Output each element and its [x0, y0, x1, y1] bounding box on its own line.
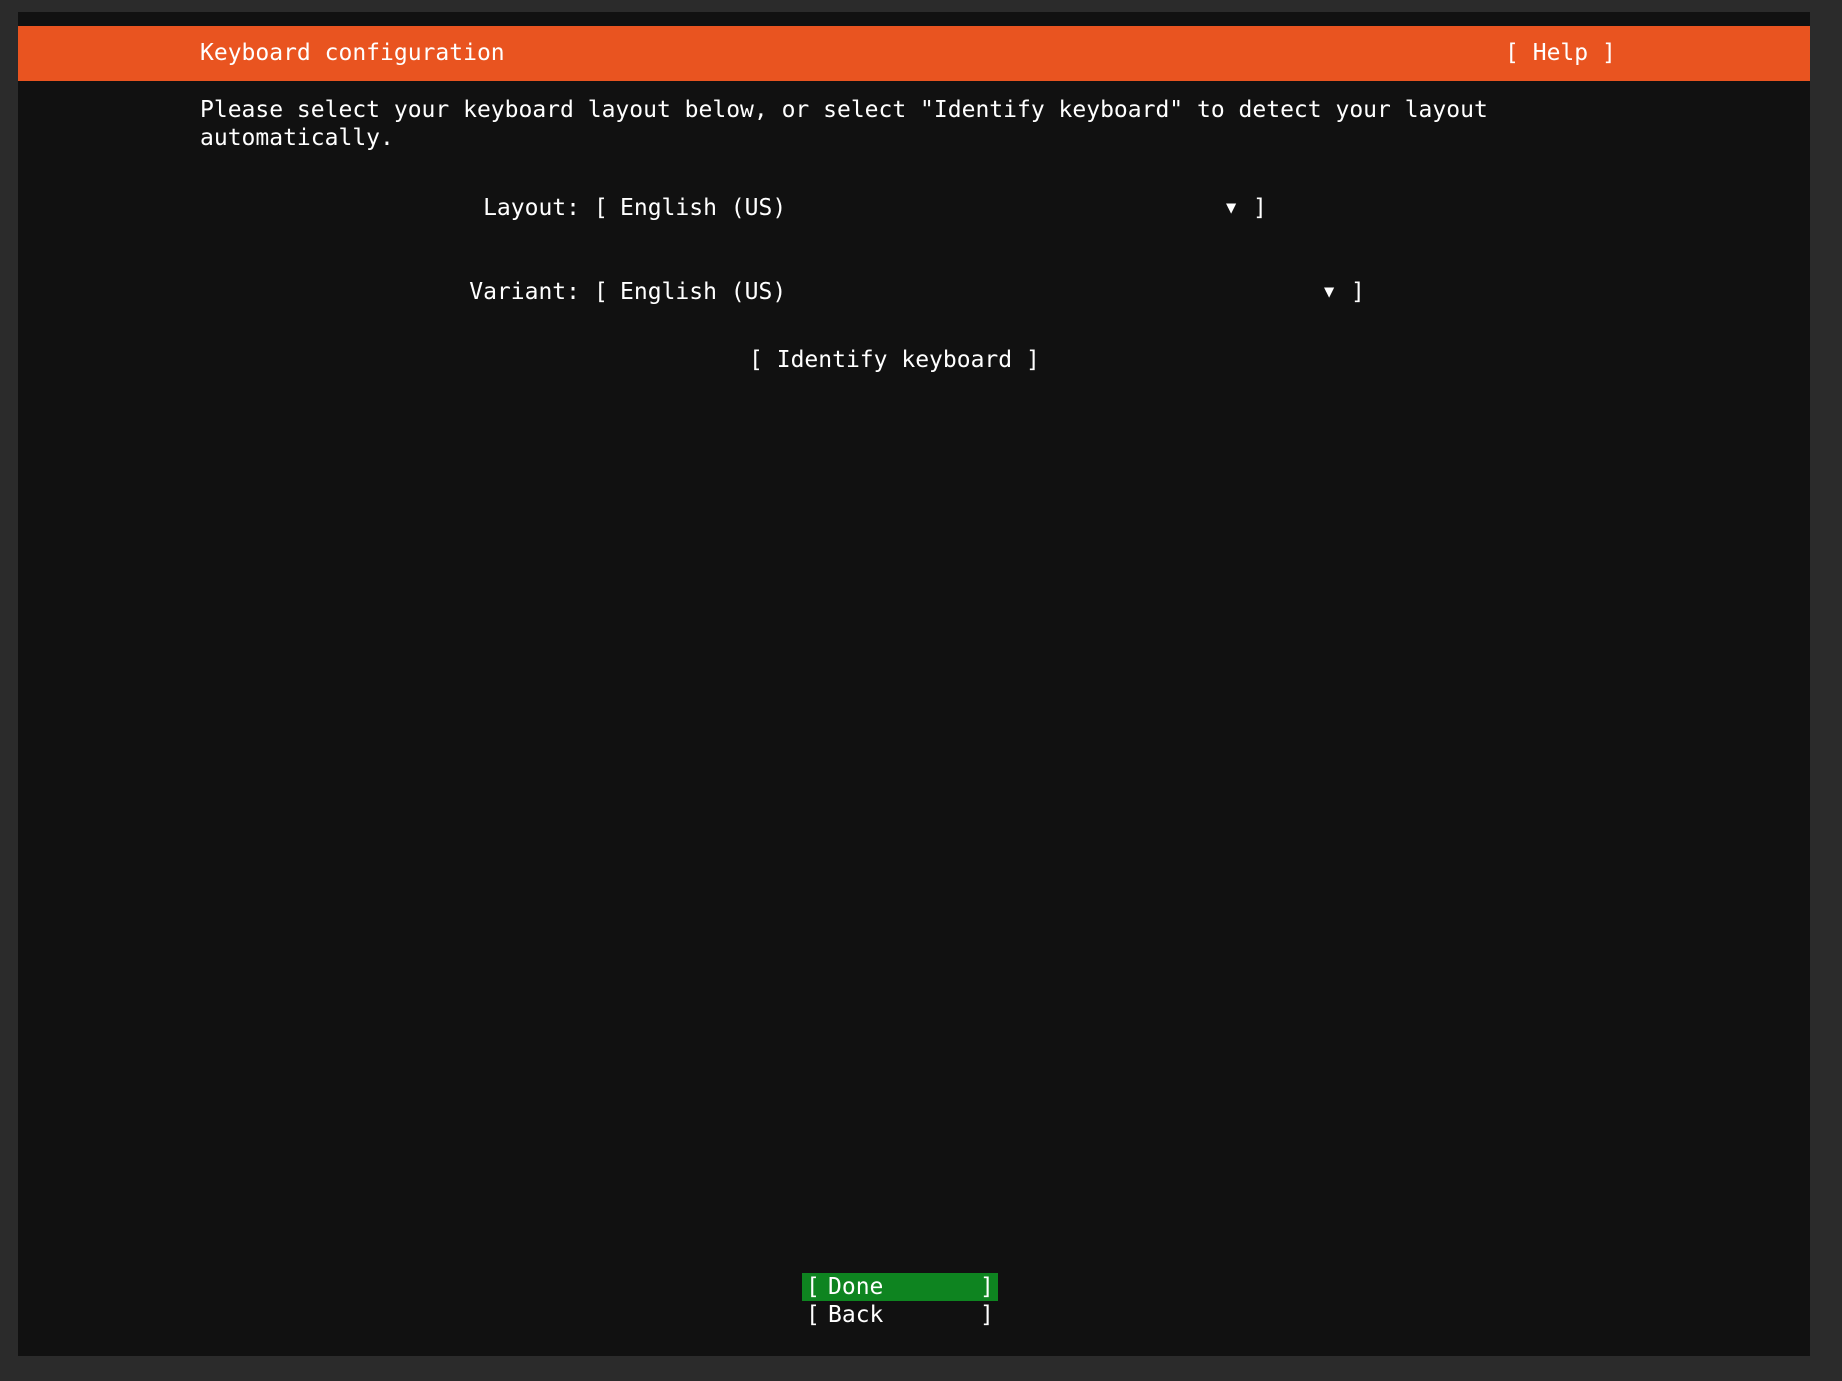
done-button[interactable]: [ Done ]: [802, 1273, 998, 1301]
bracket-open: [: [594, 279, 608, 305]
help-button[interactable]: [ Help ]: [1505, 26, 1616, 81]
bracket-close: ]: [1025, 347, 1040, 373]
identify-keyboard-button[interactable]: [ Identify keyboard ]: [749, 346, 1040, 374]
variant-label: Variant:: [469, 279, 580, 305]
bracket-open: [: [749, 347, 763, 373]
bracket-close: ]: [1351, 279, 1365, 305]
back-button[interactable]: [ Back ]: [802, 1301, 998, 1329]
chevron-down-icon: ▼: [1324, 282, 1335, 302]
bracket-close: ]: [980, 1302, 994, 1328]
bracket-open: [: [806, 1302, 820, 1328]
chevron-down-icon: ▼: [1226, 198, 1237, 218]
page-title: Keyboard configuration: [200, 40, 505, 66]
variant-value: English (US): [620, 279, 787, 305]
installer-screen: Keyboard configuration [ Help ] Please s…: [18, 12, 1810, 1356]
layout-select[interactable]: [ English (US) ▼ ]: [594, 194, 1267, 222]
done-label: Done: [828, 1274, 884, 1300]
header-bar: Keyboard configuration [ Help ]: [18, 26, 1810, 81]
bracket-close: ]: [980, 1274, 994, 1300]
variant-select[interactable]: [ English (US) ▼ ]: [594, 278, 1365, 306]
intro-text: Please select your keyboard layout below…: [200, 97, 1488, 151]
bracket-close: ]: [1601, 40, 1616, 66]
back-label: Back: [828, 1302, 884, 1328]
bracket-open: [: [806, 1274, 820, 1300]
bracket-open: [: [594, 195, 608, 221]
bracket-close: ]: [1253, 195, 1267, 221]
bracket-open: [: [1505, 40, 1519, 66]
identify-keyboard-label: Identify keyboard: [776, 347, 1013, 373]
layout-label: Layout:: [483, 195, 580, 221]
help-label: Help: [1532, 40, 1589, 66]
layout-value: English (US): [620, 195, 787, 221]
